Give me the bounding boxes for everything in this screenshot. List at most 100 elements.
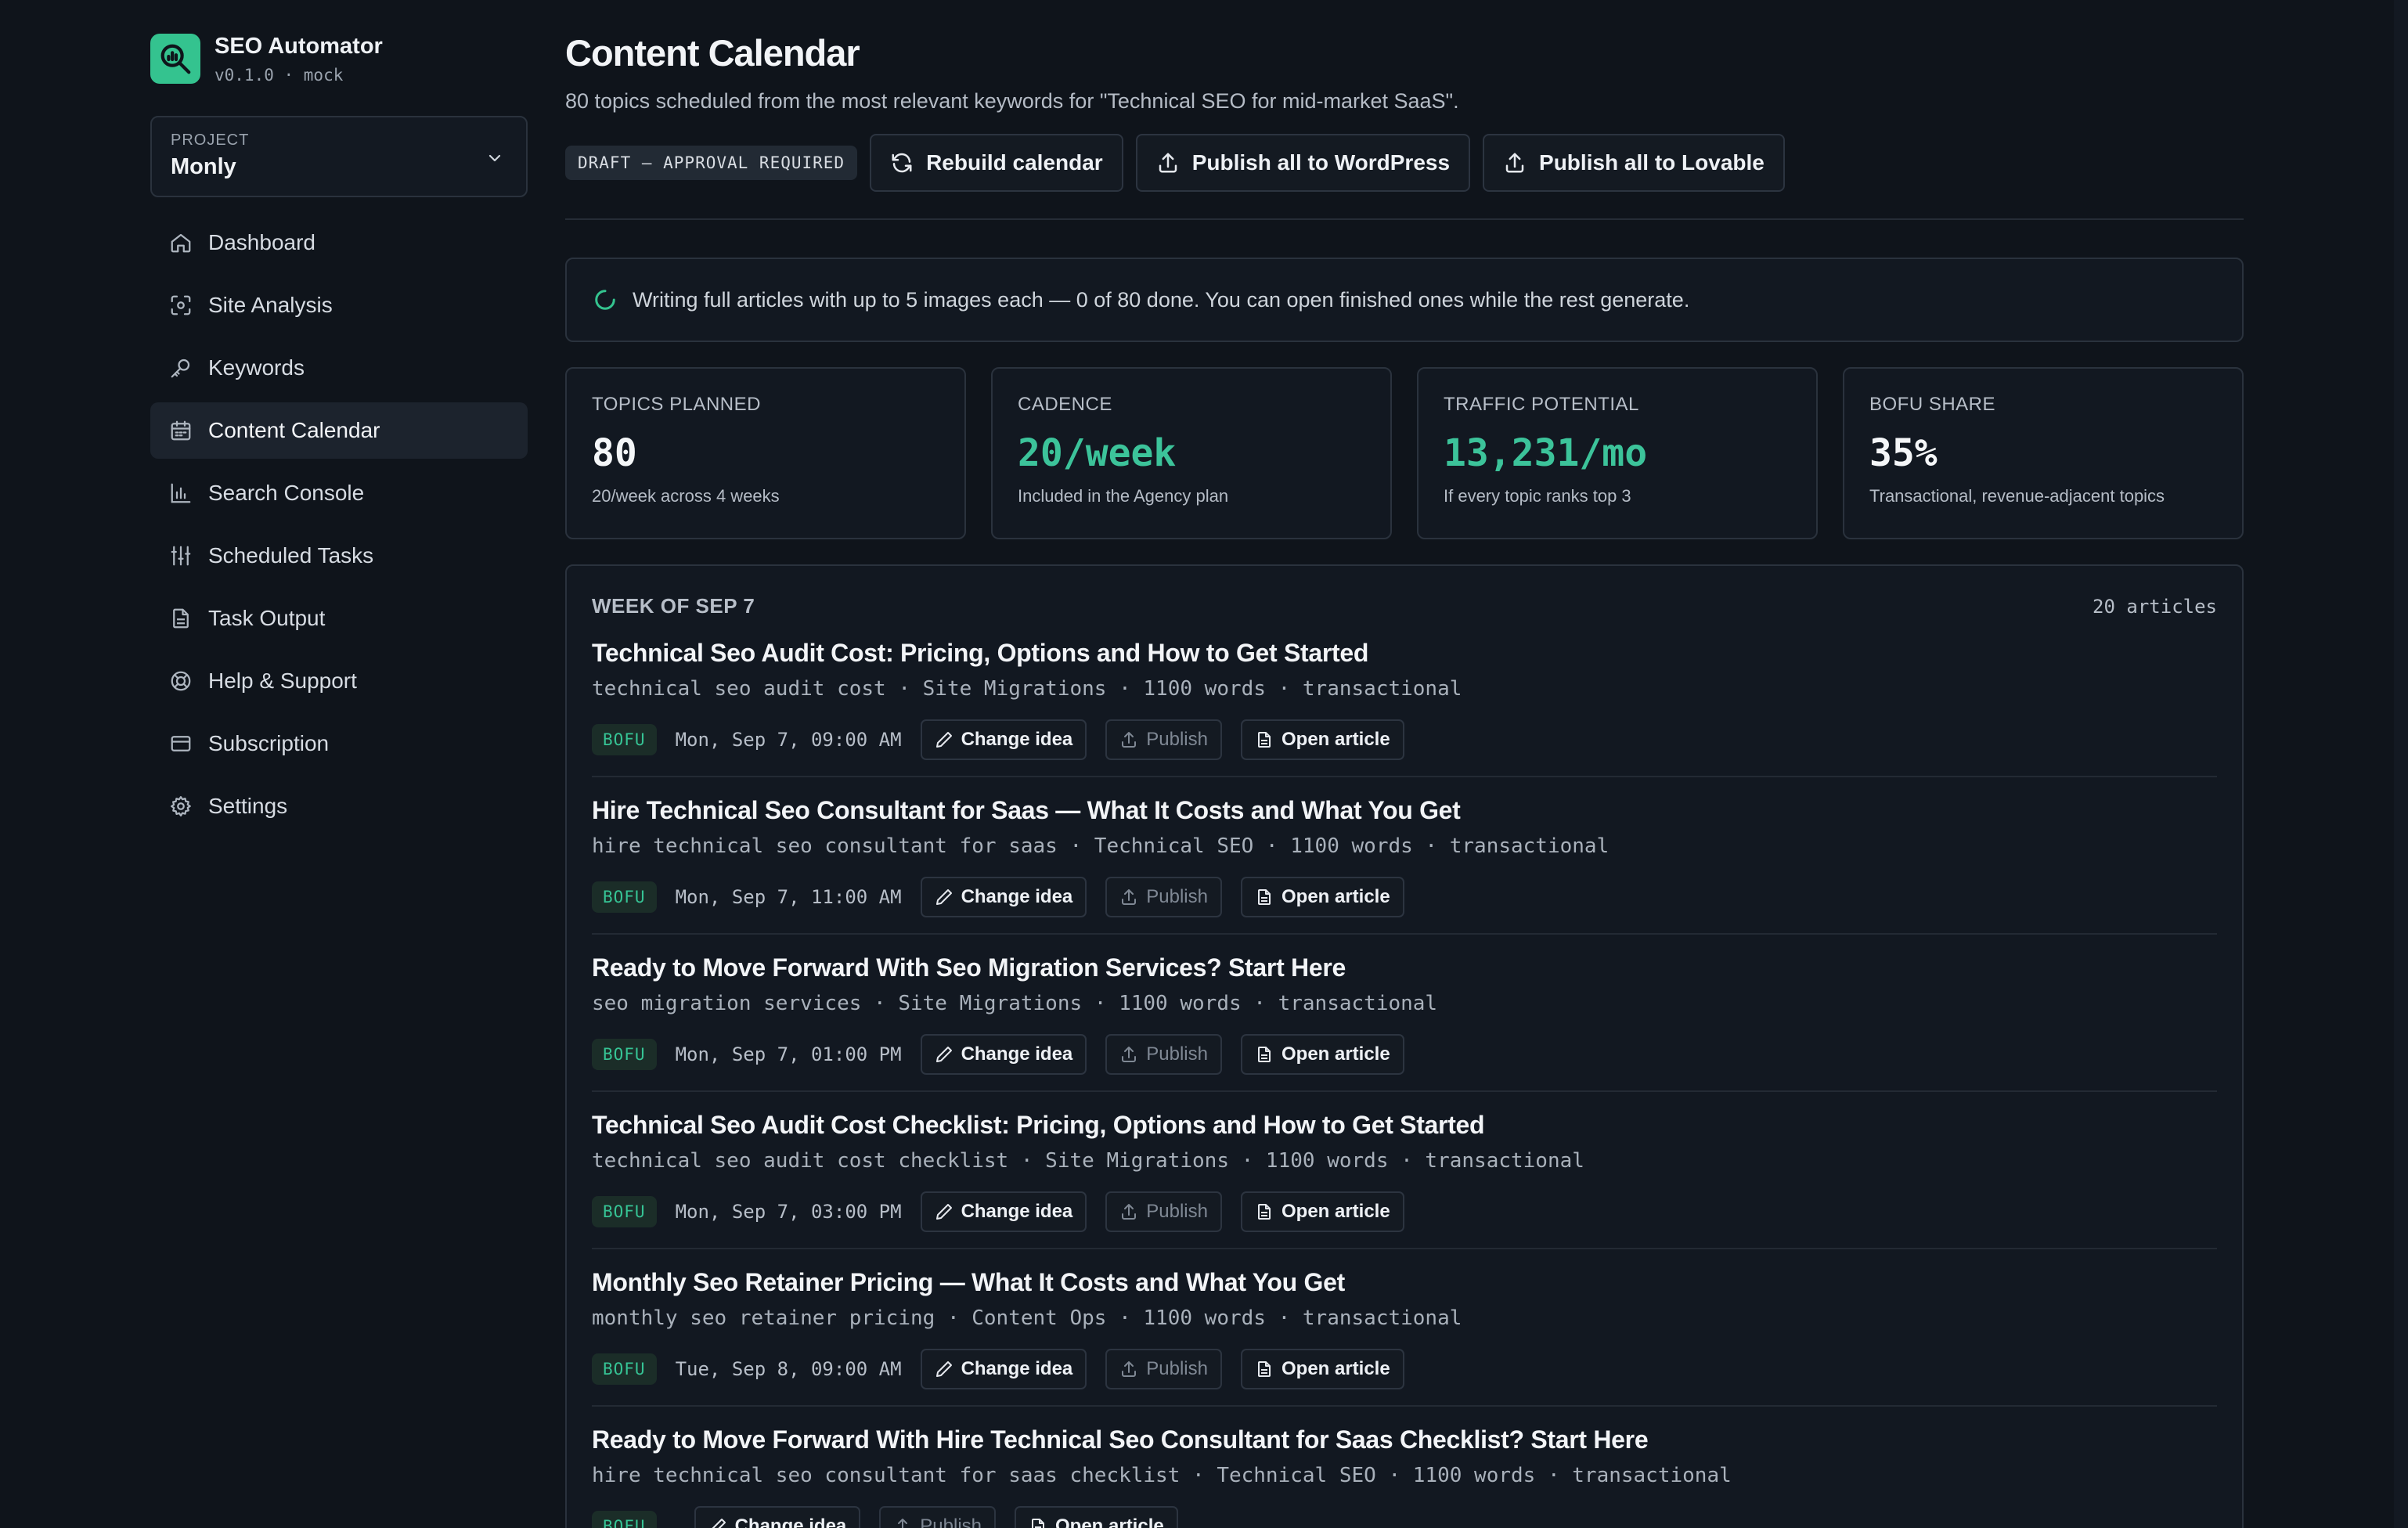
article-actions-row: BOFU Mon, Sep 7, 03:00 PM Change idea Pu… (592, 1191, 2217, 1232)
article-row: Hire Technical Seo Consultant for Saas —… (592, 777, 2217, 935)
sidebar-item-content-calendar[interactable]: Content Calendar (150, 402, 528, 459)
sidebar-item-keywords[interactable]: Keywords (150, 340, 528, 396)
open-article-label: Open article (1281, 1201, 1390, 1222)
article-schedule-date: Mon, Sep 7, 09:00 AM (675, 729, 902, 751)
upload-icon (1122, 889, 1137, 905)
publish-label: Publish (1146, 1043, 1208, 1065)
open-article-label: Open article (1281, 729, 1390, 750)
article-schedule-date: Tue, Sep 8, 09:00 AM (675, 1358, 902, 1380)
gear-icon (171, 796, 191, 816)
sidebar-item-search-console[interactable]: Search Console (150, 465, 528, 521)
sidebar: SEO Automator v0.1.0 · mock PROJECT Monl… (150, 31, 528, 841)
change-idea-label: Change idea (961, 1043, 1073, 1065)
article-title[interactable]: Monthly Seo Retainer Pricing — What It C… (592, 1268, 2217, 1297)
publish-button[interactable]: Publish (1105, 719, 1222, 760)
scan-icon (171, 295, 191, 315)
publish-label: Publish (1146, 729, 1208, 750)
upload-icon (1122, 732, 1137, 748)
publish-button[interactable]: Publish (1105, 1191, 1222, 1232)
open-article-label: Open article (1055, 1515, 1164, 1528)
document-icon (1257, 1361, 1271, 1377)
change-idea-button[interactable]: Change idea (920, 1349, 1087, 1389)
refresh-icon (892, 153, 912, 173)
document-icon (1257, 889, 1271, 905)
article-meta: seo migration services · Site Migrations… (592, 992, 1438, 1015)
stat-sub: Transactional, revenue-adjacent topics (1869, 486, 2165, 506)
week-section: WEEK OF SEP 7 20 articles Technical Seo … (565, 564, 2244, 1528)
brand-name: SEO Automator (214, 33, 383, 59)
open-article-label: Open article (1281, 886, 1390, 907)
sidebar-item-settings[interactable]: Settings (150, 778, 528, 834)
sidebar-item-dashboard[interactable]: Dashboard (150, 214, 528, 271)
change-idea-button[interactable]: Change idea (694, 1506, 861, 1528)
open-article-button[interactable]: Open article (1015, 1506, 1178, 1528)
sidebar-item-help-support[interactable]: Help & Support (150, 653, 528, 709)
article-title[interactable]: Technical Seo Audit Cost: Pricing, Optio… (592, 639, 2217, 668)
publish-button[interactable]: Publish (879, 1506, 996, 1528)
change-idea-button[interactable]: Change idea (920, 719, 1087, 760)
open-article-button[interactable]: Open article (1240, 1034, 1404, 1075)
publish-lovable-button[interactable]: Publish all to Lovable (1483, 134, 1785, 192)
open-article-button[interactable]: Open article (1240, 877, 1404, 917)
change-idea-label: Change idea (961, 1358, 1073, 1379)
sidebar-item-scheduled-tasks[interactable]: Scheduled Tasks (150, 528, 528, 584)
upload-icon (1122, 1204, 1137, 1220)
sidebar-item-subscription[interactable]: Subscription (150, 715, 528, 772)
brand[interactable]: SEO Automator v0.1.0 · mock (150, 31, 528, 86)
sidebar-item-task-output[interactable]: Task Output (150, 590, 528, 647)
brand-version: v0.1.0 · mock (214, 65, 344, 85)
upload-icon (1122, 1361, 1137, 1377)
article-buttons: Change idea Publish Open article (920, 1191, 1404, 1232)
stat-value: 80 (592, 431, 637, 475)
pencil-icon (935, 1204, 952, 1220)
lifebuoy-icon (171, 671, 191, 691)
article-title[interactable]: Ready to Move Forward With Hire Technica… (592, 1425, 2217, 1454)
publish-button[interactable]: Publish (1105, 877, 1222, 917)
sidebar-item-label: Search Console (208, 481, 365, 505)
publish-button[interactable]: Publish (1105, 1349, 1222, 1389)
funnel-stage-badge: BOFU (592, 1196, 657, 1227)
project-value: Monly (171, 154, 236, 179)
change-idea-button[interactable]: Change idea (920, 1034, 1087, 1075)
publish-wordpress-button[interactable]: Publish all to WordPress (1135, 134, 1471, 192)
article-title[interactable]: Ready to Move Forward With Seo Migration… (592, 953, 2217, 982)
draft-status-badge: DRAFT — APPROVAL REQUIRED (565, 146, 858, 180)
rebuild-calendar-label: Rebuild calendar (926, 150, 1103, 175)
sidebar-item-label: Keywords (208, 355, 305, 380)
week-title: WEEK OF SEP 7 (592, 594, 755, 618)
change-idea-button[interactable]: Change idea (920, 1191, 1087, 1232)
document-icon (1257, 1047, 1271, 1062)
open-article-button[interactable]: Open article (1240, 1191, 1404, 1232)
article-actions-row: BOFU Mon, Sep 7, 11:00 AM Change idea Pu… (592, 877, 2217, 917)
publish-label: Publish (1146, 1358, 1208, 1379)
sidebar-item-label: Help & Support (208, 668, 357, 693)
bar-chart-icon (171, 483, 191, 503)
rebuild-calendar-button[interactable]: Rebuild calendar (870, 134, 1123, 192)
open-article-button[interactable]: Open article (1240, 1349, 1404, 1389)
stat-label: BOFU SHARE (1869, 394, 1996, 415)
change-idea-label: Change idea (961, 1201, 1073, 1222)
open-article-button[interactable]: Open article (1240, 719, 1404, 760)
article-list: Technical Seo Audit Cost: Pricing, Optio… (592, 618, 2217, 1528)
sidebar-item-label: Dashboard (208, 230, 315, 254)
stat-card-topics-planned: TOPICS PLANNED 80 20/week across 4 weeks (565, 367, 966, 539)
pencil-icon (935, 732, 952, 748)
article-title[interactable]: Technical Seo Audit Cost Checklist: Pric… (592, 1111, 2217, 1140)
pencil-icon (935, 1361, 952, 1377)
article-actions-row: BOFU Mon, Sep 7, 01:00 PM Change idea Pu… (592, 1034, 2217, 1075)
main-content: Content Calendar 80 topics scheduled fro… (565, 31, 2244, 1528)
project-select[interactable]: PROJECT Monly (150, 116, 528, 197)
funnel-stage-badge: BOFU (592, 881, 657, 913)
funnel-stage-badge: BOFU (592, 1511, 657, 1528)
file-icon (173, 608, 189, 629)
publish-button[interactable]: Publish (1105, 1034, 1222, 1075)
sidebar-item-site-analysis[interactable]: Site Analysis (150, 277, 528, 333)
change-idea-button[interactable]: Change idea (920, 877, 1087, 917)
article-buttons: Change idea Publish Open article (694, 1506, 1178, 1528)
article-title[interactable]: Hire Technical Seo Consultant for Saas —… (592, 796, 2217, 825)
page-scrollbar[interactable] (2394, 0, 2408, 1528)
publish-label: Publish (1146, 886, 1208, 907)
generation-progress-banner: Writing full articles with up to 5 image… (565, 258, 2244, 342)
stat-value: 20/week (1018, 431, 1177, 475)
open-article-label: Open article (1281, 1043, 1390, 1065)
